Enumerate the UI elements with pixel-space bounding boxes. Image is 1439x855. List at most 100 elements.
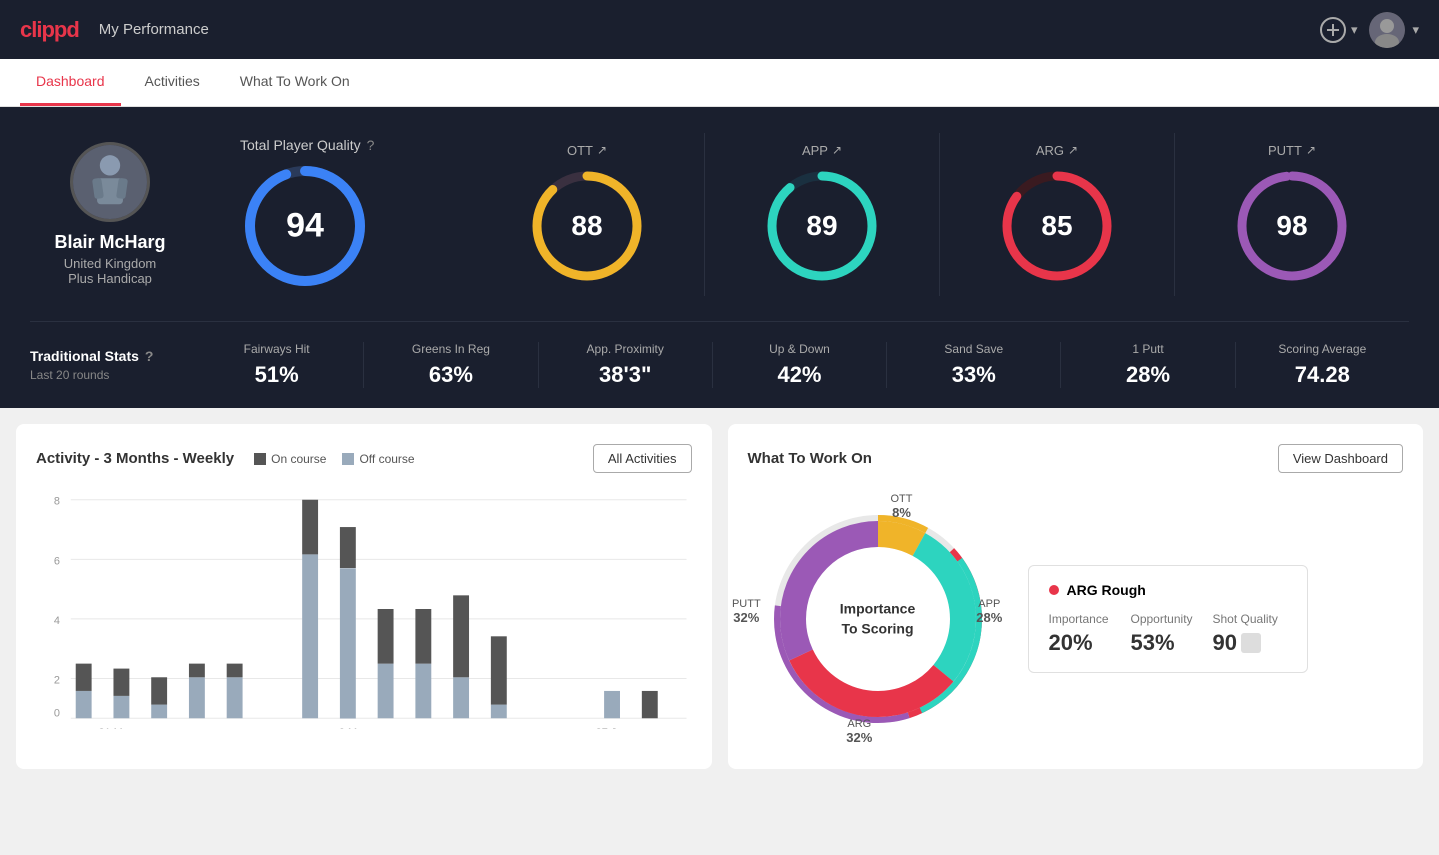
wtwo-title: What To Work On (748, 450, 872, 467)
info-shot-quality-value: 90 (1213, 630, 1287, 656)
app-ring: 89 (762, 166, 882, 286)
stat-oneputt-label: 1 Putt (1132, 342, 1163, 356)
legend-off-course-dot (342, 453, 354, 465)
total-quality-card: Total Player Quality ? 94 (220, 127, 440, 301)
arg-ring: 85 (997, 166, 1117, 286)
add-button[interactable]: ▾ (1319, 16, 1358, 44)
add-chevron: ▾ (1351, 22, 1358, 38)
avatar-image (1369, 12, 1405, 48)
all-activities-button[interactable]: All Activities (593, 444, 692, 473)
stat-oneputt: 1 Putt 28% (1061, 342, 1235, 388)
bar-10-off (453, 677, 469, 718)
info-shot-quality: Shot Quality 90 (1213, 612, 1287, 656)
stat-scoring-label: Scoring Average (1278, 342, 1366, 356)
svg-text:8: 8 (54, 496, 60, 508)
bar-3-off (189, 677, 205, 718)
add-circle-icon (1319, 16, 1347, 44)
player-avatar-image (73, 142, 147, 222)
tab-activities[interactable]: Activities (129, 58, 216, 106)
bar-2-on (151, 677, 167, 704)
stat-updown: Up & Down 42% (713, 342, 887, 388)
putt-ring: 98 (1232, 166, 1352, 286)
header-left: clippd My Performance (20, 17, 209, 43)
stat-sandsave-label: Sand Save (944, 342, 1003, 356)
trad-help-icon[interactable]: ? (145, 348, 154, 364)
bar-6-off (302, 554, 318, 718)
bar-2-off (151, 705, 167, 719)
shot-quality-color-box (1241, 633, 1261, 653)
arg-value: 85 (1041, 210, 1072, 242)
score-card-app: APP ↗ 89 (705, 133, 940, 296)
ott-label: OTT ↗ (567, 143, 607, 158)
tab-what-to-work-on[interactable]: What To Work On (224, 58, 366, 106)
stat-proximity: App. Proximity 38'3" (539, 342, 713, 388)
bar-4-on (227, 664, 243, 678)
info-opportunity-label: Opportunity (1131, 612, 1205, 626)
user-avatar-button[interactable]: ▾ (1369, 12, 1419, 48)
bar-0-on (76, 664, 92, 691)
wtwo-content: ImportanceTo Scoring OTT 8% APP 28% ARG … (748, 489, 1404, 749)
chart-area: 8 6 4 2 0 (36, 489, 692, 729)
putt-label: PUTT ↗ (1268, 143, 1316, 158)
help-icon[interactable]: ? (367, 137, 375, 153)
view-dashboard-button[interactable]: View Dashboard (1278, 444, 1403, 473)
activity-header-left: Activity - 3 Months - Weekly On course O… (36, 450, 415, 467)
arg-arrow-icon: ↗ (1068, 143, 1078, 157)
putt-value: 98 (1276, 210, 1307, 242)
info-card: ARG Rough Importance 20% Opportunity 53%… (1028, 565, 1308, 673)
avatar (1369, 12, 1405, 48)
stat-updown-value: 42% (777, 362, 821, 388)
legend-off-course: Off course (342, 452, 414, 466)
bar-3-on (189, 664, 205, 678)
tab-dashboard[interactable]: Dashboard (20, 58, 121, 106)
bar-7-on (340, 527, 356, 568)
player-avatar (70, 142, 150, 222)
info-card-title: ARG Rough (1049, 582, 1287, 598)
header-right: ▾ ▾ (1319, 12, 1419, 48)
info-importance-value: 20% (1049, 630, 1123, 656)
avatar-chevron: ▾ (1412, 22, 1419, 38)
svg-text:27 Jun: 27 Jun (596, 727, 629, 729)
donut-label-app: APP 28% (976, 598, 1002, 625)
stat-proximity-value: 38'3" (599, 362, 651, 388)
stat-scoring: Scoring Average 74.28 (1236, 342, 1409, 388)
stat-updown-label: Up & Down (769, 342, 830, 356)
bar-9-on (415, 609, 431, 664)
donut-center-text: ImportanceTo Scoring (840, 599, 915, 638)
bar-8-off (378, 664, 394, 719)
trad-title: Traditional Stats ? (30, 348, 190, 364)
svg-text:9 May: 9 May (339, 727, 369, 729)
player-info: Blair McHarg United Kingdom Plus Handica… (30, 142, 190, 286)
svg-text:21 Mar: 21 Mar (98, 727, 132, 729)
bar-11-on (491, 636, 507, 704)
total-quality-label: Total Player Quality ? (240, 137, 374, 153)
score-section: OTT ↗ 88 APP ↗ (470, 133, 1409, 296)
bar-8-on (378, 609, 394, 664)
info-opportunity: Opportunity 53% (1131, 612, 1205, 656)
player-handicap: Plus Handicap (68, 271, 152, 286)
app-label: APP ↗ (802, 143, 842, 158)
total-quality-ring: 94 (240, 161, 370, 291)
app-value: 89 (806, 210, 837, 242)
putt-arrow-icon: ↗ (1306, 143, 1316, 157)
what-to-work-on-panel: What To Work On View Dashboard (728, 424, 1424, 769)
red-dot-icon (1049, 585, 1059, 595)
info-card-grid: Importance 20% Opportunity 53% Shot Qual… (1049, 612, 1287, 656)
arg-label: ARG ↗ (1036, 143, 1078, 158)
bar-0-off (76, 691, 92, 718)
activity-chart-svg: 8 6 4 2 0 (36, 489, 692, 729)
svg-text:4: 4 (54, 615, 60, 627)
info-importance: Importance 20% (1049, 612, 1123, 656)
score-card-arg: ARG ↗ 85 (940, 133, 1175, 296)
stat-greens-value: 63% (429, 362, 473, 388)
logo: clippd (20, 17, 79, 43)
hero-section: Blair McHarg United Kingdom Plus Handica… (0, 107, 1439, 408)
stat-scoring-value: 74.28 (1295, 362, 1350, 388)
info-importance-label: Importance (1049, 612, 1123, 626)
stat-sandsave-value: 33% (952, 362, 996, 388)
wtwo-panel-header: What To Work On View Dashboard (748, 444, 1404, 473)
score-card-putt: PUTT ↗ 98 (1175, 133, 1409, 296)
svg-text:0: 0 (54, 707, 60, 719)
bar-7-off (340, 568, 356, 718)
legend-on-course: On course (254, 452, 326, 466)
